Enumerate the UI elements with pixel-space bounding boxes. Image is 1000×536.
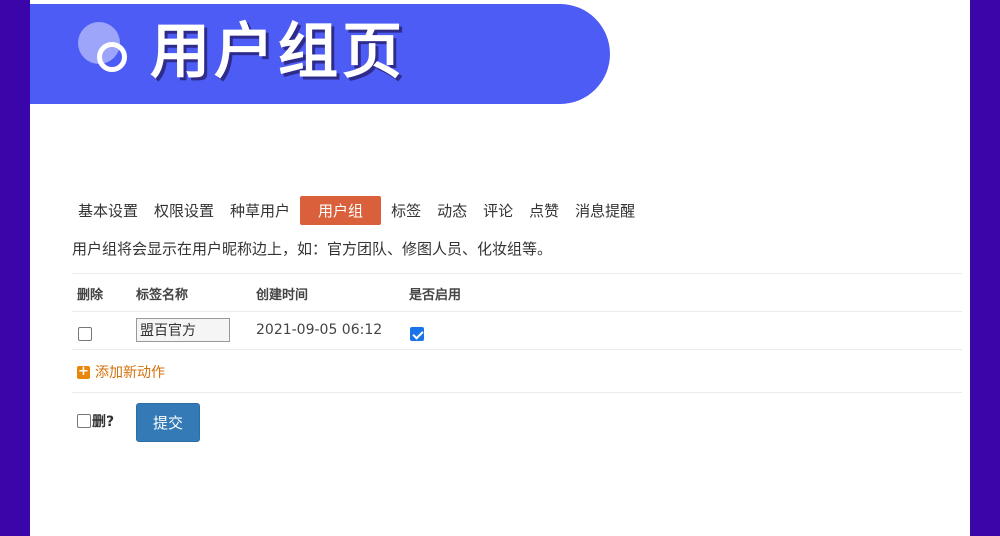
- created-time: 2021-09-05 06:12: [256, 322, 383, 338]
- tab-seed-users[interactable]: 种草用户: [224, 196, 296, 225]
- enabled-checkbox[interactable]: [410, 327, 424, 341]
- divider: [72, 349, 962, 350]
- tab-notifications[interactable]: 消息提醒: [569, 196, 641, 225]
- submit-button[interactable]: 提交: [136, 403, 200, 442]
- column-header-enabled: 是否启用: [409, 288, 462, 303]
- add-action-label: 添加新动作: [95, 365, 165, 381]
- confirm-delete-checkbox[interactable]: [77, 414, 91, 428]
- divider: [72, 273, 962, 274]
- tab-basic-settings[interactable]: 基本设置: [72, 196, 144, 225]
- tab-activity[interactable]: 动态: [431, 196, 473, 225]
- banner-title: 用户组页: [150, 17, 406, 87]
- confirm-delete-label: 删?: [92, 414, 115, 430]
- tab-user-groups[interactable]: 用户组: [300, 195, 382, 225]
- tab-permission-settings[interactable]: 权限设置: [148, 196, 220, 225]
- column-header-created: 创建时间: [256, 288, 309, 303]
- add-action-link[interactable]: + 添加新动作: [77, 362, 165, 382]
- tab-tags[interactable]: 标签: [385, 196, 427, 225]
- plus-icon: +: [77, 363, 90, 379]
- divider: [72, 311, 962, 312]
- column-header-delete: 删除: [77, 288, 104, 303]
- tab-comments[interactable]: 评论: [477, 196, 519, 225]
- ring-icon: [97, 42, 127, 72]
- group-name-input[interactable]: [136, 318, 230, 342]
- row-delete-checkbox[interactable]: [78, 327, 92, 341]
- settings-tabs: 基本设置 权限设置 种草用户 用户组 标签 动态 评论 点赞 消息提醒: [72, 195, 645, 225]
- tab-likes[interactable]: 点赞: [523, 196, 565, 225]
- column-header-name: 标签名称: [136, 288, 189, 303]
- divider: [72, 392, 962, 393]
- page-description: 用户组将会显示在用户昵称边上，如：官方团队、修图人员、化妆组等。: [72, 240, 553, 258]
